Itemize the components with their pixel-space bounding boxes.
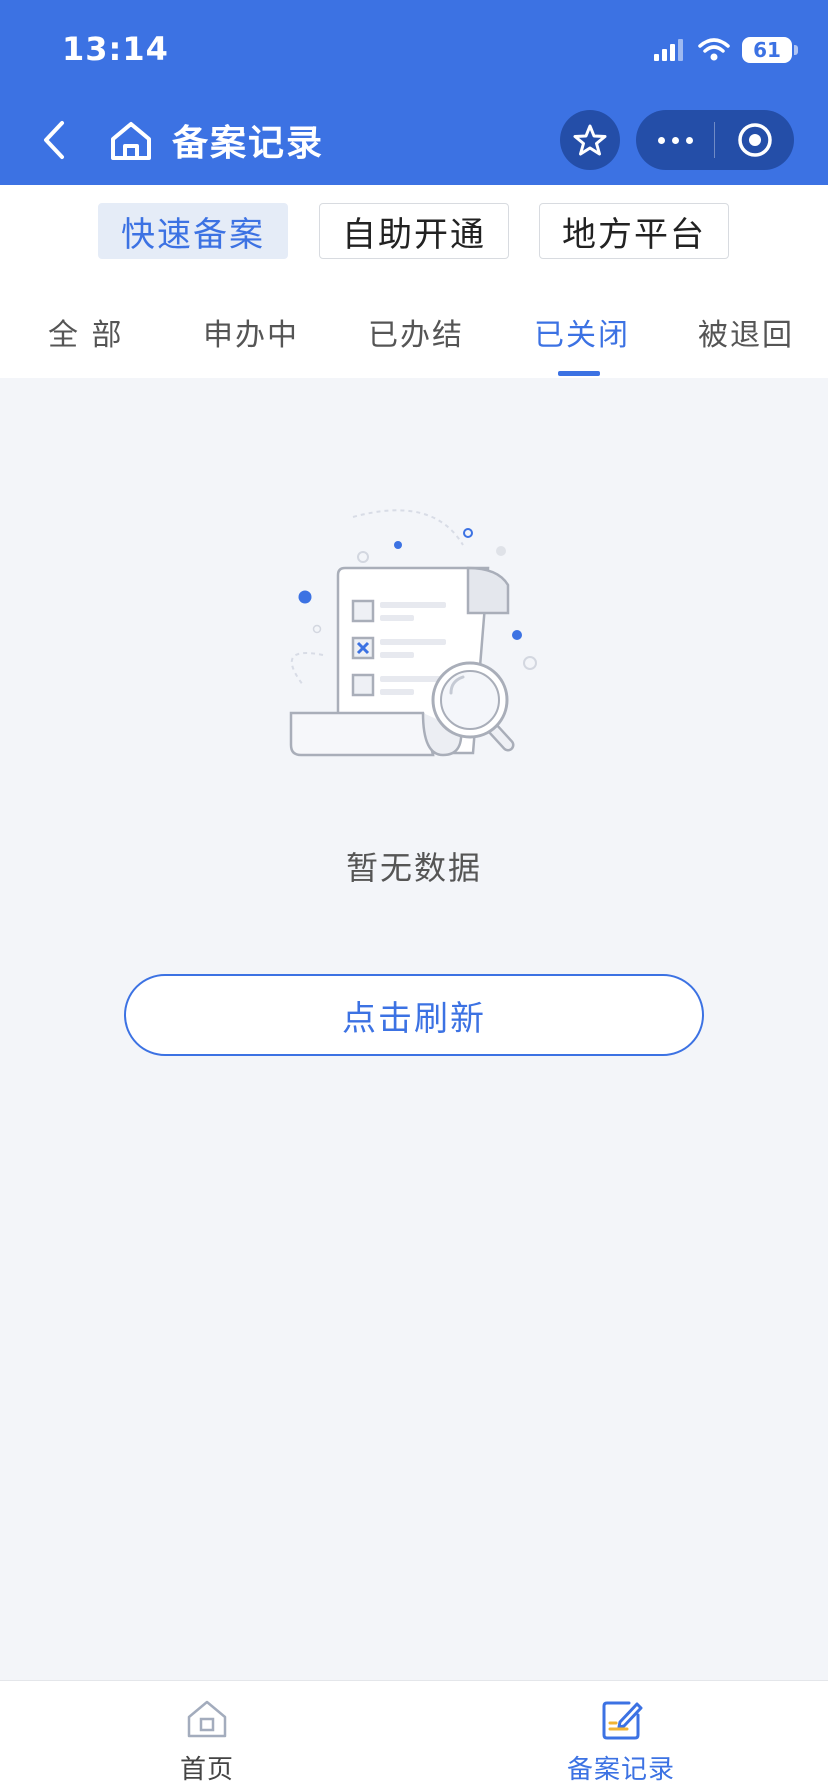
more-dot [671,136,679,144]
tabbar-label-records: 备案记录 [566,1755,675,1785]
tabbar-item-home[interactable]: 首页 [107,1681,307,1792]
active-tab-indicator [558,371,600,376]
page-title: 备案记录 [172,123,325,164]
more-dots-icon [657,136,665,144]
miniprogram-capsule [636,110,794,170]
empty-message: 暂无数据 [345,849,482,887]
status-icons: 61 [652,34,798,66]
close-miniprogram-button[interactable] [715,122,794,158]
refresh-button[interactable]: 点击刷新 [124,974,704,1056]
more-menu-button[interactable] [636,110,714,170]
edit-record-icon [602,1701,643,1740]
wifi-icon [698,38,730,61]
tab-in-progress[interactable]: 申办中 [203,310,299,354]
more-dot [685,136,693,144]
segment-self-service[interactable]: 自助开通 [319,203,509,259]
home-icon [187,1700,227,1738]
back-icon[interactable] [34,115,74,165]
bottom-tab-bar: 首页 备案记录 [0,1680,828,1792]
status-time: 13:14 [62,30,169,68]
segment-local-platform[interactable]: 地方平台 [539,203,729,259]
home-icon[interactable] [108,118,154,164]
favorite-button[interactable] [560,110,620,170]
battery-icon: 61 [742,37,798,63]
tab-completed[interactable]: 已办结 [368,310,464,354]
segment-quick-filing[interactable]: 快速备案 [98,203,288,259]
empty-document-search-icon [289,509,537,757]
signal-icon [654,39,683,61]
star-icon [573,124,607,156]
tab-returned[interactable]: 被退回 [698,310,794,354]
target-icon [737,123,772,157]
tab-all[interactable]: 全 部 [48,310,124,354]
tabbar-item-records[interactable]: 备案记录 [521,1681,721,1792]
tabbar-label-home: 首页 [179,1755,234,1785]
tab-closed[interactable]: 已关闭 [534,310,630,354]
filter-bar: 快速备案 自助开通 地方平台 全 部 申办中 已办结 已关闭 被退回 [0,185,828,378]
header: 13:14 61 备案记录 [0,0,828,185]
